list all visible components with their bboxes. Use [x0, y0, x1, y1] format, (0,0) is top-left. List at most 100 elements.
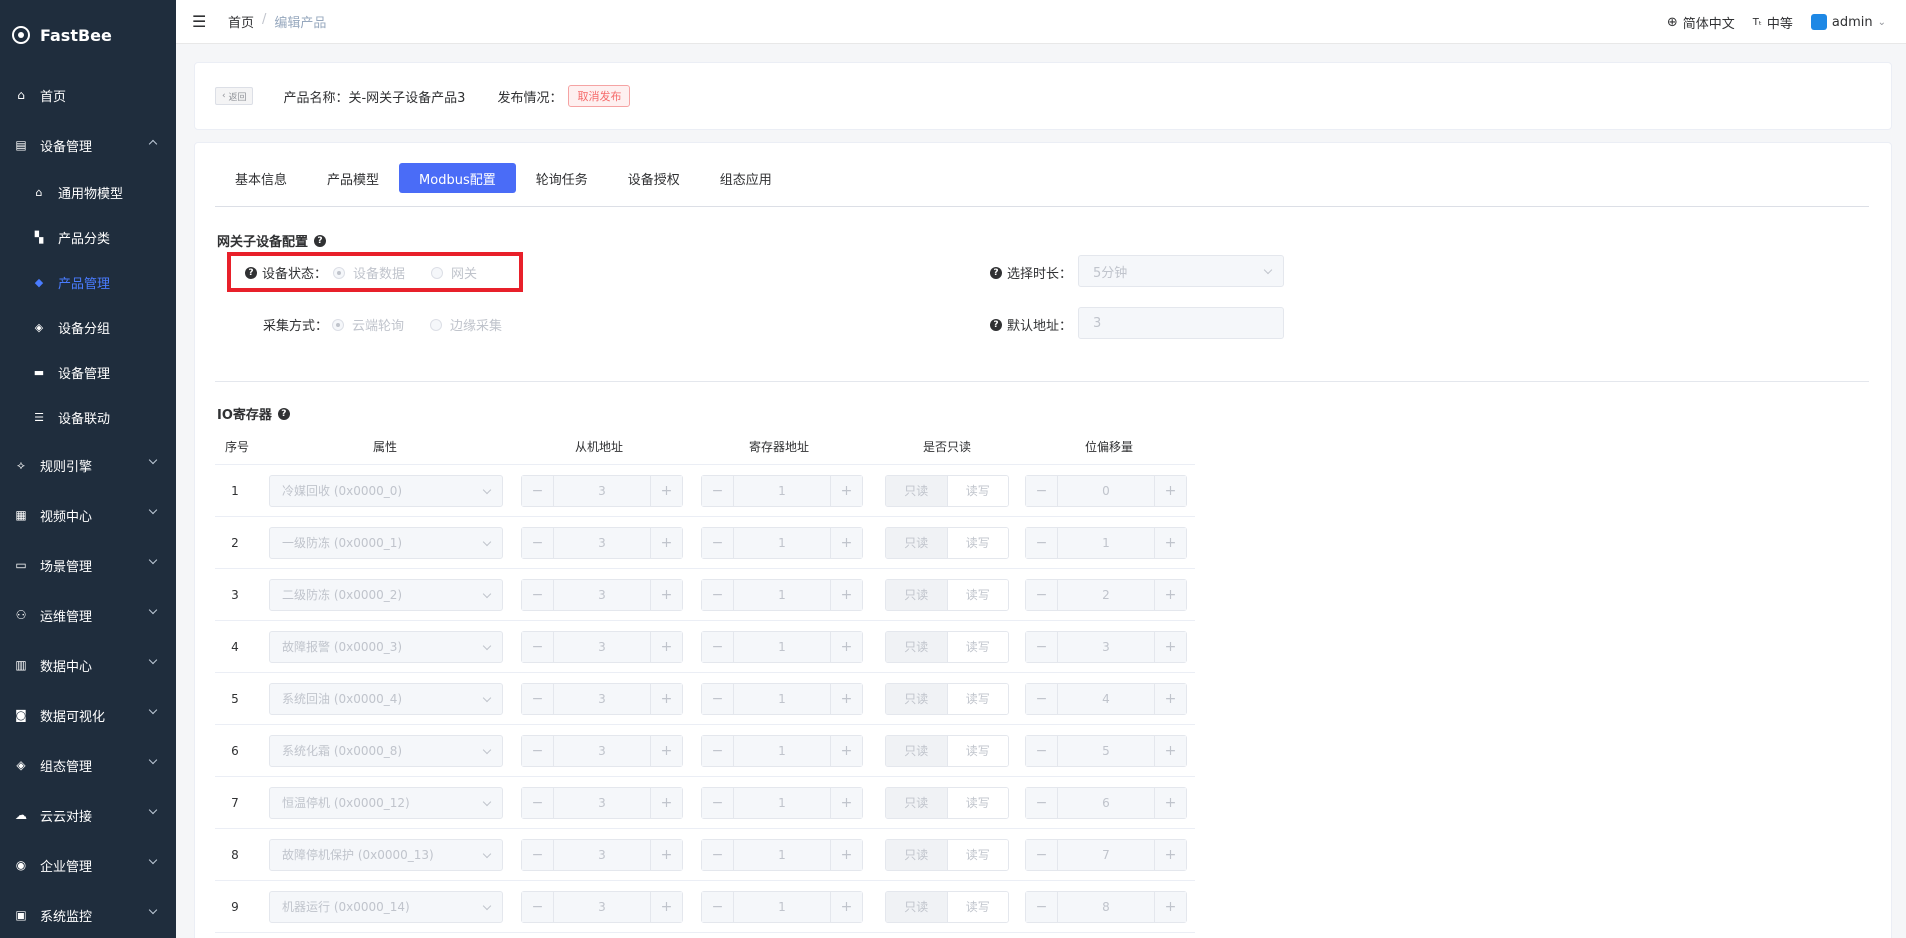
attribute-select[interactable]: 故障停机保护 (0x0000_13) [269, 838, 503, 871]
readonly-option[interactable]: 只读 [886, 579, 948, 610]
minus-icon[interactable]: − [702, 787, 734, 818]
plus-icon[interactable]: + [650, 631, 682, 662]
minus-icon[interactable]: − [702, 683, 734, 714]
slave-addr-stepper[interactable]: −3 + [521, 474, 683, 507]
sidebar-subitem[interactable]: ☰ 设备联动 [0, 395, 176, 440]
plus-icon[interactable]: + [1154, 891, 1186, 922]
bit-offset-value[interactable]: 5 [1058, 735, 1154, 766]
plus-icon[interactable]: + [1154, 631, 1186, 662]
sidebar-subitem[interactable]: ◆ 产品管理 [0, 260, 176, 305]
plus-icon[interactable]: + [650, 475, 682, 506]
minus-icon[interactable]: − [1026, 787, 1058, 818]
readonly-toggle[interactable]: 只读 读写 [885, 526, 1009, 559]
readonly-option[interactable]: 只读 [886, 475, 948, 506]
attribute-select[interactable]: 系统回油 (0x0000_4) [269, 682, 503, 715]
minus-icon[interactable]: − [522, 475, 554, 506]
minus-icon[interactable]: − [702, 891, 734, 922]
tab[interactable]: 轮询任务 [516, 163, 608, 193]
minus-icon[interactable]: − [1026, 631, 1058, 662]
plus-icon[interactable]: + [1154, 527, 1186, 558]
breadcrumb-home[interactable]: 首页 [228, 12, 254, 31]
minus-icon[interactable]: − [1026, 839, 1058, 870]
sidebar-item[interactable]: ◈ 组态管理 [0, 740, 176, 790]
slave-addr-value[interactable]: 3 [554, 787, 650, 818]
tab[interactable]: 设备授权 [608, 163, 700, 193]
readonly-toggle[interactable]: 只读 读写 [885, 838, 1009, 871]
register-addr-stepper[interactable]: −1 + [701, 786, 863, 819]
minus-icon[interactable]: − [1026, 683, 1058, 714]
help-icon[interactable]: ? [245, 266, 257, 279]
plus-icon[interactable]: + [830, 579, 862, 610]
readwrite-option[interactable]: 读写 [947, 839, 1008, 870]
readonly-toggle[interactable]: 只读 读写 [885, 786, 1009, 819]
help-icon[interactable]: ? [314, 234, 327, 247]
plus-icon[interactable]: + [650, 787, 682, 818]
minus-icon[interactable]: − [522, 735, 554, 766]
readonly-option[interactable]: 只读 [886, 787, 948, 818]
attribute-select[interactable]: 故障报警 (0x0000_3) [269, 630, 503, 663]
bit-offset-value[interactable]: 8 [1058, 891, 1154, 922]
radio-device-data[interactable]: 设备数据 [333, 263, 405, 282]
bit-offset-stepper[interactable]: −8 + [1025, 890, 1187, 923]
minus-icon[interactable]: − [702, 735, 734, 766]
minus-icon[interactable]: − [702, 527, 734, 558]
minus-icon[interactable]: − [1026, 891, 1058, 922]
register-addr-stepper[interactable]: −1 + [701, 890, 863, 923]
tab[interactable]: 产品模型 [307, 163, 399, 193]
slave-addr-stepper[interactable]: −3 + [521, 734, 683, 767]
bit-offset-value[interactable]: 1 [1058, 527, 1154, 558]
register-addr-stepper[interactable]: −1 + [701, 474, 863, 507]
slave-addr-value[interactable]: 3 [554, 579, 650, 610]
slave-addr-stepper[interactable]: −3 + [521, 682, 683, 715]
readwrite-option[interactable]: 读写 [947, 787, 1008, 818]
readonly-option[interactable]: 只读 [886, 683, 948, 714]
register-addr-value[interactable]: 1 [734, 683, 830, 714]
readonly-option[interactable]: 只读 [886, 527, 948, 558]
sidebar-item[interactable]: ▣ 系统监控 [0, 890, 176, 938]
register-addr-stepper[interactable]: −1 + [701, 526, 863, 559]
sidebar-subitem[interactable]: ◈ 设备分组 [0, 305, 176, 350]
readonly-option[interactable]: 只读 [886, 631, 948, 662]
slave-addr-stepper[interactable]: −3 + [521, 526, 683, 559]
readwrite-option[interactable]: 读写 [947, 735, 1008, 766]
plus-icon[interactable]: + [1154, 475, 1186, 506]
plus-icon[interactable]: + [830, 839, 862, 870]
minus-icon[interactable]: − [522, 527, 554, 558]
bit-offset-value[interactable]: 7 [1058, 839, 1154, 870]
minus-icon[interactable]: − [1026, 475, 1058, 506]
readwrite-option[interactable]: 读写 [947, 683, 1008, 714]
bit-offset-stepper[interactable]: −6 + [1025, 786, 1187, 819]
default-addr-input[interactable]: 3 [1078, 307, 1284, 339]
minus-icon[interactable]: − [1026, 527, 1058, 558]
sidebar-item[interactable]: ⚇ 运维管理 [0, 590, 176, 640]
attribute-select[interactable]: 二级防冻 (0x0000_2) [269, 578, 503, 611]
minus-icon[interactable]: − [522, 683, 554, 714]
help-icon[interactable]: ? [277, 407, 290, 420]
register-addr-value[interactable]: 1 [734, 475, 830, 506]
minus-icon[interactable]: − [1026, 579, 1058, 610]
sidebar-item[interactable]: ▤ 设备管理 [0, 120, 176, 170]
register-addr-value[interactable]: 1 [734, 631, 830, 662]
readonly-option[interactable]: 只读 [886, 735, 948, 766]
minus-icon[interactable]: − [702, 839, 734, 870]
readwrite-option[interactable]: 读写 [947, 527, 1008, 558]
minus-icon[interactable]: − [522, 891, 554, 922]
user-menu[interactable]: admin ⌄ [1810, 14, 1886, 30]
minus-icon[interactable]: − [702, 475, 734, 506]
slave-addr-value[interactable]: 3 [554, 683, 650, 714]
sidebar-item[interactable]: ⌂ 首页 [0, 70, 176, 120]
register-addr-value[interactable]: 1 [734, 735, 830, 766]
minus-icon[interactable]: − [522, 579, 554, 610]
bit-offset-stepper[interactable]: −2 + [1025, 578, 1187, 611]
register-addr-stepper[interactable]: −1 + [701, 630, 863, 663]
minus-icon[interactable]: − [1026, 735, 1058, 766]
language-switch[interactable]: ⊕ 简体中文 [1667, 13, 1735, 32]
sidebar-subitem[interactable]: ▬ 设备管理 [0, 350, 176, 395]
slave-addr-stepper[interactable]: −3 + [521, 838, 683, 871]
help-icon[interactable]: ? [990, 266, 1002, 279]
plus-icon[interactable]: + [1154, 787, 1186, 818]
unpublish-tag[interactable]: 取消发布 [568, 85, 631, 107]
plus-icon[interactable]: + [830, 527, 862, 558]
readwrite-option[interactable]: 读写 [947, 475, 1008, 506]
help-icon[interactable]: ? [990, 318, 1002, 331]
